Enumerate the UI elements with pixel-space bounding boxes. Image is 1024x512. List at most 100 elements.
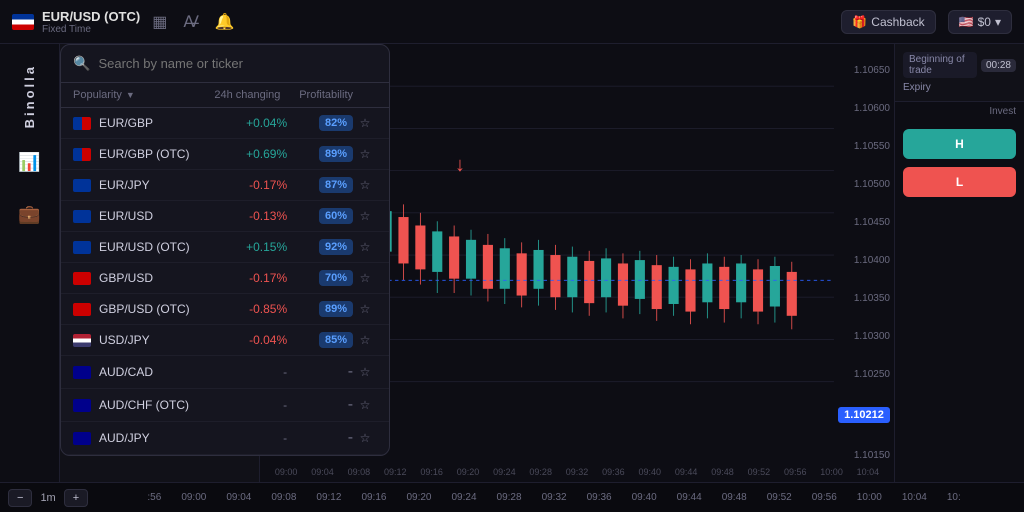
profit-badge: 89% <box>319 301 353 317</box>
plus-button[interactable]: + <box>64 489 88 507</box>
low-button[interactable]: L <box>903 167 1016 197</box>
time-tick: 09:16 <box>413 467 449 477</box>
sidebar-portfolio-icon[interactable]: 💼 <box>12 196 48 232</box>
profit-cell: 89% <box>287 146 353 162</box>
asset-row-name: GBP/USD <box>99 271 212 285</box>
search-icon: 🔍 <box>73 55 90 72</box>
favorite-icon[interactable]: ☆ <box>353 302 377 316</box>
favorite-icon[interactable]: ☆ <box>353 147 377 161</box>
th-popularity[interactable]: Popularity ▼ <box>73 89 197 101</box>
asset-info: EUR/USD (OTC) Fixed Time <box>42 9 140 35</box>
profit-cell: 70% <box>287 270 353 286</box>
time-marker: 09:36 <box>587 492 612 503</box>
high-button[interactable]: H <box>903 129 1016 159</box>
favorite-icon[interactable]: ☆ <box>353 365 377 379</box>
profit-badge: 60% <box>319 208 353 224</box>
asset-flag <box>73 117 91 130</box>
asset-row[interactable]: EUR/USD -0.13% 60% ☆ <box>61 201 389 232</box>
balance-button[interactable]: 🇺🇸 $0 ▾ <box>948 10 1012 34</box>
price-5: 1.10450 <box>838 217 890 228</box>
cashback-button[interactable]: 🎁 Cashback <box>841 10 935 34</box>
asset-flag <box>73 432 91 445</box>
asset-row[interactable]: AUD/CHF (OTC) - - ☆ <box>61 389 389 422</box>
asset-row[interactable]: EUR/JPY -0.17% 87% ☆ <box>61 170 389 201</box>
asset-row-change: -0.85% <box>212 302 287 316</box>
time-marker: 10: <box>947 492 961 503</box>
asset-row[interactable]: USD/JPY -0.04% 85% ☆ <box>61 325 389 356</box>
favorite-icon[interactable]: ☆ <box>353 431 377 445</box>
profit-badge: 87% <box>319 177 353 193</box>
asset-row-name: AUD/CHF (OTC) <box>99 398 212 412</box>
time-tick: 09:48 <box>704 467 740 477</box>
asset-row-change: -0.17% <box>212 271 287 285</box>
time-axis: 09:00 09:04 09:08 09:12 09:16 09:20 09:2… <box>260 462 894 482</box>
time-tick: 09:04 <box>304 467 340 477</box>
favorite-icon[interactable]: ☆ <box>353 209 377 223</box>
asset-name: EUR/USD (OTC) <box>42 9 140 24</box>
asset-flag <box>73 399 91 412</box>
time-marker: 09:32 <box>542 492 567 503</box>
time-tick: 09:08 <box>341 467 377 477</box>
asset-row-change: - <box>212 365 287 379</box>
asset-flag-icon <box>12 14 34 30</box>
asset-flag <box>73 303 91 316</box>
user-icon[interactable]: Ꜻ <box>179 8 203 36</box>
time-marker: 09:24 <box>452 492 477 503</box>
favorite-icon[interactable]: ☆ <box>353 271 377 285</box>
time-tick: 09:00 <box>268 467 304 477</box>
time-marker: 10:04 <box>902 492 927 503</box>
topbar-right: 🎁 Cashback 🇺🇸 $0 ▾ <box>841 10 1012 34</box>
asset-row-name: AUD/CAD <box>99 365 212 379</box>
sidebar-markets-icon[interactable]: 📊 <box>12 144 48 180</box>
time-marker: 09:08 <box>271 492 296 503</box>
minus-button[interactable]: − <box>8 489 32 507</box>
price-6: 1.10400 <box>838 255 890 266</box>
favorite-icon[interactable]: ☆ <box>353 178 377 192</box>
favorite-icon[interactable]: ☆ <box>353 333 377 347</box>
profit-cell: 89% <box>287 301 353 317</box>
price-current: 1.10212 <box>838 407 890 423</box>
asset-row[interactable]: GBP/USD -0.17% 70% ☆ <box>61 263 389 294</box>
logo-text: Binolla <box>22 64 37 128</box>
time-tick: 09:20 <box>450 467 486 477</box>
time-tick: 09:24 <box>486 467 522 477</box>
asset-row-change: -0.13% <box>212 209 287 223</box>
red-arrow-indicator: ↓ <box>455 154 465 177</box>
timeframe-label: 1m <box>36 492 59 504</box>
asset-row[interactable]: GBP/USD (OTC) -0.85% 89% ☆ <box>61 294 389 325</box>
asset-row-name: EUR/GBP <box>99 116 212 130</box>
price-3: 1.10550 <box>838 141 890 152</box>
asset-row-change: +0.69% <box>212 147 287 161</box>
chart-icon[interactable]: ▦ <box>148 8 171 36</box>
search-bar: 🔍 <box>61 45 389 83</box>
asset-flag <box>73 272 91 285</box>
search-input[interactable] <box>98 56 377 71</box>
asset-row[interactable]: AUD/JPY - - ☆ <box>61 422 389 455</box>
asset-row[interactable]: EUR/GBP (OTC) +0.69% 89% ☆ <box>61 139 389 170</box>
favorite-icon[interactable]: ☆ <box>353 398 377 412</box>
asset-row-name: EUR/USD (OTC) <box>99 240 212 254</box>
favorite-icon[interactable]: ☆ <box>353 116 377 130</box>
asset-row-name: AUD/JPY <box>99 431 212 445</box>
time-marker: 09:56 <box>812 492 837 503</box>
profit-badge: 85% <box>319 332 353 348</box>
time-tick: 10:04 <box>850 467 886 477</box>
profit-cell: 60% <box>287 208 353 224</box>
asset-row[interactable]: AUD/CAD - - ☆ <box>61 356 389 389</box>
asset-row[interactable]: EUR/USD (OTC) +0.15% 92% ☆ <box>61 232 389 263</box>
favorite-icon[interactable]: ☆ <box>353 240 377 254</box>
asset-row-name: EUR/USD <box>99 209 212 223</box>
profit-cell: - <box>287 396 353 414</box>
time-tick: 10:00 <box>813 467 849 477</box>
bell-icon[interactable]: 🔔 <box>211 8 239 36</box>
profit-cell: 87% <box>287 177 353 193</box>
price-10: 1.10150 <box>838 450 890 461</box>
asset-flag <box>73 241 91 254</box>
chevron-down-icon: ▾ <box>995 15 1001 29</box>
profit-cell: 82% <box>287 115 353 131</box>
time-marker: 09:20 <box>406 492 431 503</box>
cashback-label: Cashback <box>871 15 924 29</box>
asset-row[interactable]: EUR/GBP +0.04% 82% ☆ <box>61 108 389 139</box>
profit-cell: - <box>287 429 353 447</box>
main-content: Binolla 📊 💼 ⭐ Favorites ⚡ Fixed Time ⏱ 5… <box>0 44 1024 482</box>
